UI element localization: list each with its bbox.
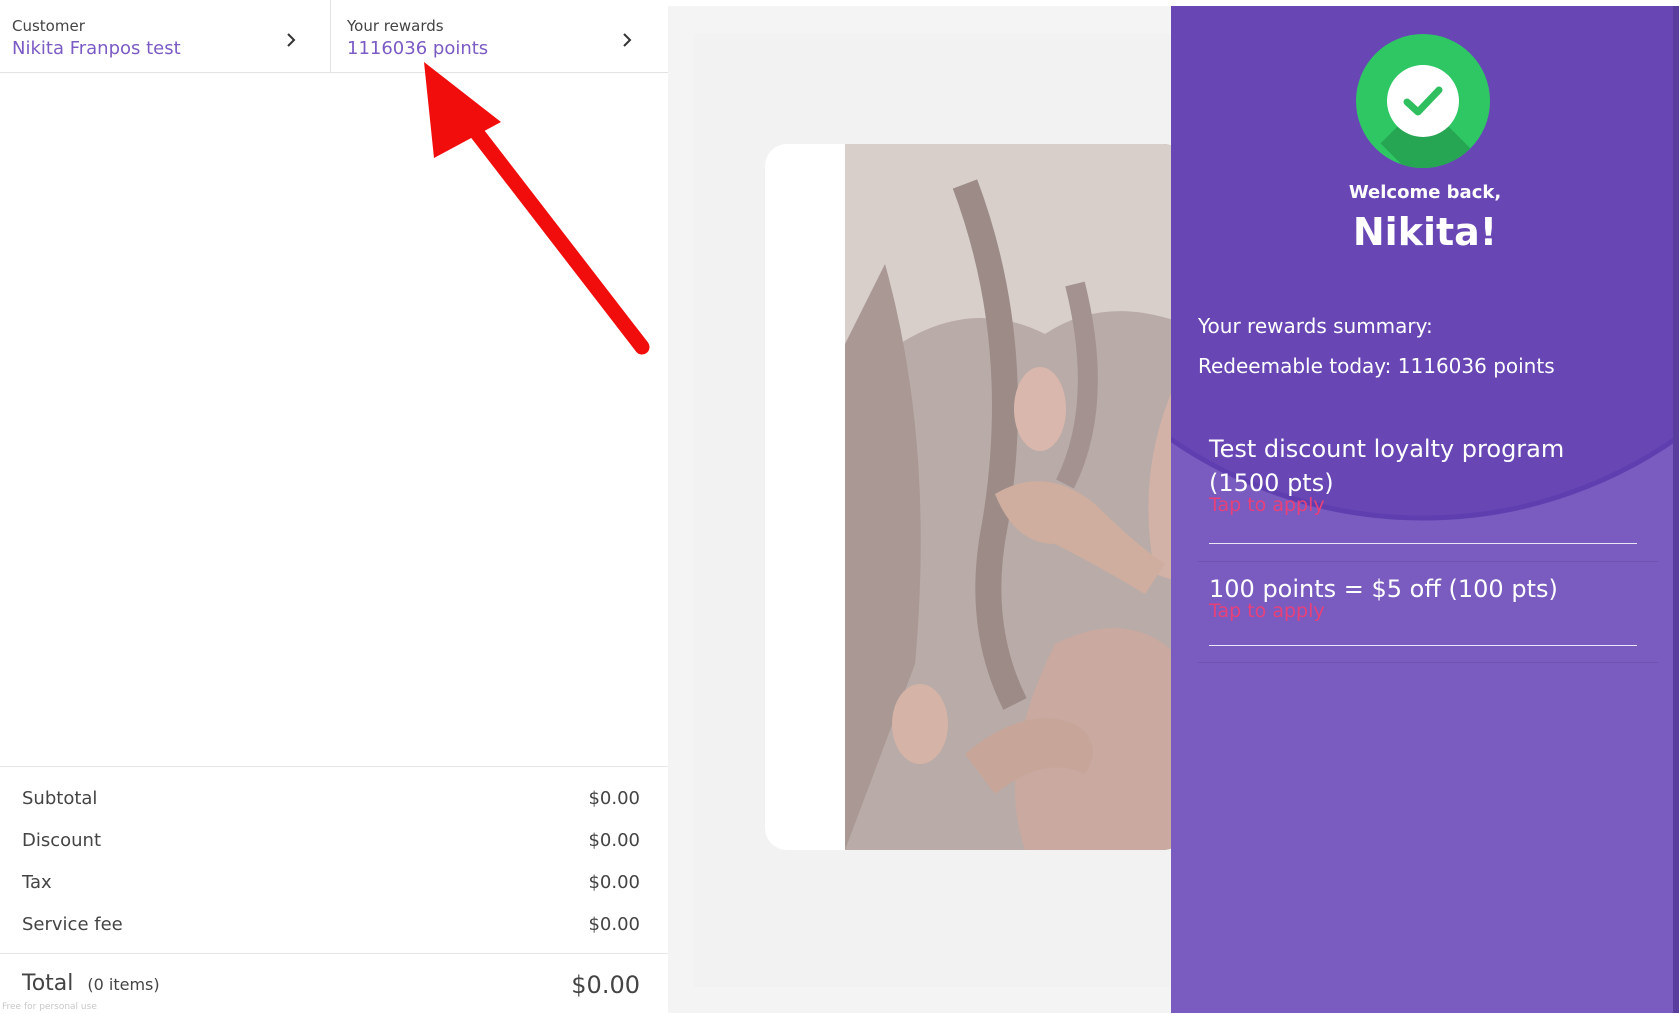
service-fee-value: $0.00 bbox=[588, 914, 640, 935]
tap-to-apply-link[interactable]: Tap to apply bbox=[1209, 494, 1637, 516]
customer-name: Nikita Franpos test bbox=[12, 38, 181, 59]
rewards-panel: Welcome back, Nikita! Your rewards summa… bbox=[1171, 6, 1679, 1013]
subtotal-label: Subtotal bbox=[22, 788, 98, 809]
checkmark-icon bbox=[1403, 86, 1443, 116]
reward-item[interactable]: Test discount loyalty program (1500 pts)… bbox=[1209, 432, 1637, 544]
total-label: Total bbox=[22, 971, 74, 996]
reward-title: Test discount loyalty program (1500 pts) bbox=[1209, 435, 1565, 497]
customer-greeting-name: Nikita! bbox=[1352, 210, 1498, 254]
total-row: Total (0 items) $0.00 bbox=[22, 971, 640, 999]
content-frame bbox=[694, 34, 1185, 987]
tax-label: Tax bbox=[22, 872, 52, 893]
image-card bbox=[765, 144, 1185, 850]
rewards-points: 1116036 points bbox=[347, 38, 489, 59]
redeemable-points: Redeemable today: 1116036 points bbox=[1198, 354, 1555, 378]
divider bbox=[1209, 645, 1637, 646]
divider bbox=[0, 953, 668, 954]
service-fee-row: Service fee $0.00 bbox=[22, 914, 640, 935]
subtotal-row: Subtotal $0.00 bbox=[22, 788, 640, 809]
divider bbox=[1198, 561, 1658, 562]
success-badge bbox=[1356, 34, 1490, 168]
reward-item[interactable]: 100 points = $5 off (100 pts) Tap to app… bbox=[1209, 572, 1637, 646]
order-panel: Customer Nikita Franpos test Your reward… bbox=[0, 0, 668, 1013]
discount-value: $0.00 bbox=[588, 830, 640, 851]
divider bbox=[1209, 543, 1637, 544]
scrollbar[interactable] bbox=[1673, 6, 1679, 1013]
customer-selector[interactable]: Customer Nikita Franpos test bbox=[0, 0, 331, 72]
subtotal-value: $0.00 bbox=[588, 788, 640, 809]
photo-illustration bbox=[845, 144, 1185, 850]
total-items-count: (0 items) bbox=[87, 975, 160, 994]
rewards-label: Your rewards bbox=[347, 17, 444, 35]
welcome-text: Welcome back, bbox=[1348, 182, 1502, 203]
tax-row: Tax $0.00 bbox=[22, 872, 640, 893]
cat-photo bbox=[845, 144, 1185, 850]
tax-value: $0.00 bbox=[588, 872, 640, 893]
rewards-summary-heading: Your rewards summary: bbox=[1198, 314, 1433, 338]
total-value: $0.00 bbox=[571, 971, 640, 999]
order-totals: Subtotal $0.00 Discount $0.00 Tax $0.00 … bbox=[0, 766, 668, 1014]
customer-label: Customer bbox=[12, 17, 85, 35]
footer-note: Free for personal use bbox=[2, 1002, 97, 1012]
chevron-right-icon bbox=[287, 33, 296, 47]
discount-label: Discount bbox=[22, 830, 102, 851]
chevron-right-icon bbox=[623, 33, 632, 47]
service-fee-label: Service fee bbox=[22, 914, 123, 935]
discount-row: Discount $0.00 bbox=[22, 830, 640, 851]
divider bbox=[1198, 662, 1658, 663]
content-area bbox=[668, 6, 1185, 1013]
annotation-arrow bbox=[424, 62, 650, 355]
